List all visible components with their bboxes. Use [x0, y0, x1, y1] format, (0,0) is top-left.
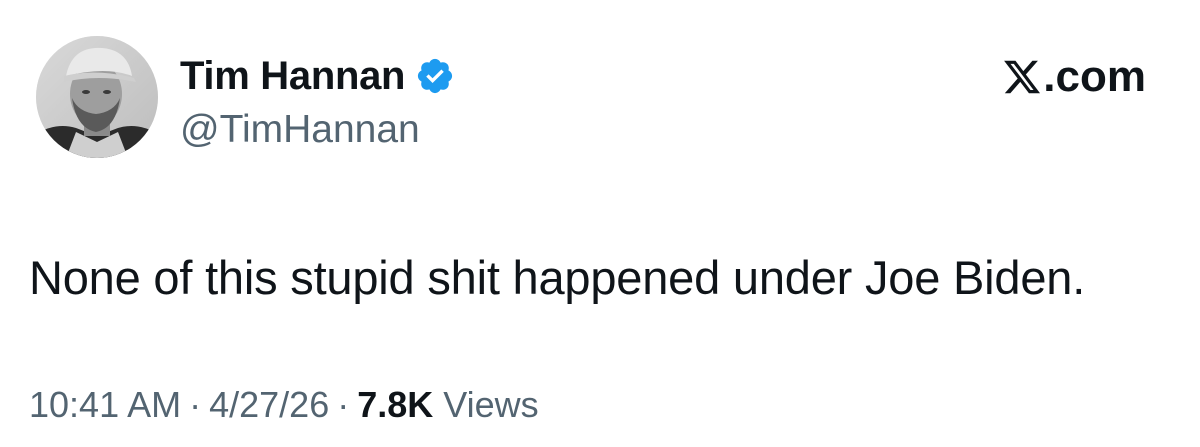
author-handle[interactable]: @TimHannan — [180, 108, 420, 152]
views-label: Views — [443, 384, 539, 425]
tweet-date[interactable]: 4/27/26 — [209, 384, 329, 425]
tweet-card: Tim Hannan @TimHannan .com None of this … — [0, 0, 1200, 447]
separator: · — [337, 384, 350, 425]
tweet-text: None of this stupid shit happened under … — [29, 251, 1086, 304]
avatar-photo-icon — [36, 36, 158, 158]
separator: · — [189, 384, 202, 425]
tweet-time[interactable]: 10:41 AM — [29, 384, 181, 425]
author-name-row: Tim Hannan — [180, 50, 455, 102]
avatar[interactable] — [36, 36, 158, 158]
author-display-name[interactable]: Tim Hannan — [180, 54, 405, 99]
x-logo-icon — [1004, 60, 1041, 94]
tweet-metadata: 10:41 AM · 4/27/26 · 7.8K Views — [29, 384, 539, 426]
brand-suffix: .com — [1043, 52, 1146, 101]
brand-logo: .com — [1002, 52, 1146, 102]
views-count[interactable]: 7.8K — [357, 384, 433, 425]
verified-badge-icon[interactable] — [415, 56, 455, 96]
